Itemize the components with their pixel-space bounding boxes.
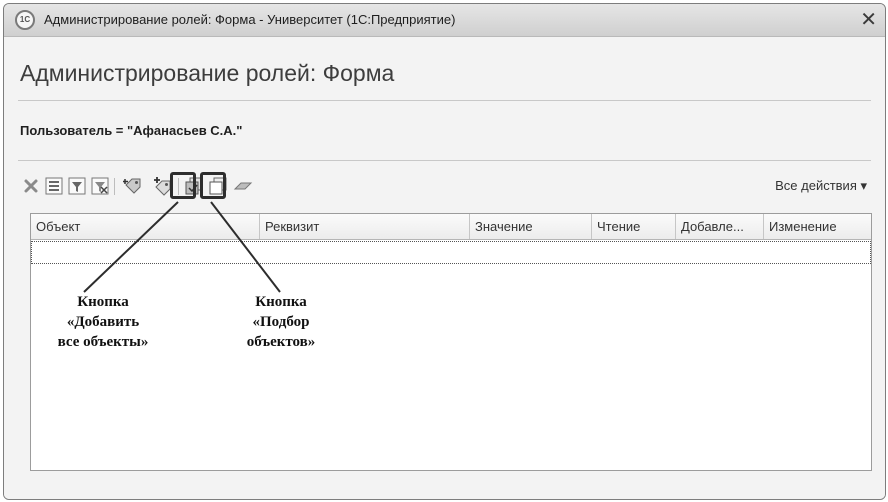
main-window: 1C Администрирование ролей: Форма - Унив… — [3, 3, 886, 500]
callout-add-all-objects: Кнопка «Добавить все объекты» — [57, 294, 149, 350]
annotation-arrows — [83, 201, 281, 293]
callout-pick-objects: Кнопка «Подбор объектов» — [246, 294, 316, 350]
